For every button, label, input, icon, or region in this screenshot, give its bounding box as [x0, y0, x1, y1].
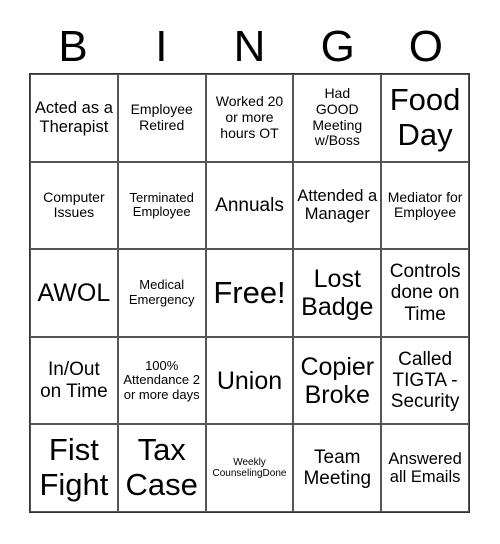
- cell-label: Lost Badge: [301, 264, 374, 321]
- cell-label: Free!: [213, 274, 286, 310]
- bingo-cell[interactable]: Terminated Employee: [117, 161, 206, 250]
- bingo-cell[interactable]: Controls done on Time: [381, 249, 469, 337]
- cell-label: Called TIGTA - Security: [390, 348, 460, 413]
- bingo-cell[interactable]: Fist Fight: [30, 424, 118, 512]
- bingo-cell[interactable]: Lost Badge: [293, 249, 382, 337]
- cell-label: Fist Fight: [39, 432, 109, 503]
- bingo-cell[interactable]: Attended a Manager: [293, 161, 382, 250]
- bingo-cell[interactable]: Worked 20 or more hours OT: [205, 74, 294, 162]
- cell-label: Answered all Emails: [388, 449, 462, 487]
- cell-label: AWOL: [37, 278, 111, 307]
- cell-label: Terminated Employee: [129, 189, 194, 220]
- cell-label: Controls done on Time: [389, 261, 461, 325]
- cell-label: Food Day: [389, 82, 461, 152]
- bingo-cell[interactable]: Weekly CounselingDone: [205, 424, 294, 512]
- cell-label: Tax Case: [125, 432, 198, 503]
- cell-label: Mediator for Employee: [387, 188, 463, 221]
- bingo-cell[interactable]: AWOL: [30, 249, 118, 337]
- cell-label: Medical Emergency: [128, 277, 195, 307]
- bingo-cell[interactable]: Had GOOD Meeting w/Boss: [293, 74, 382, 162]
- cell-label: In/Out on Time: [40, 359, 108, 402]
- bingo-cell[interactable]: Called TIGTA - Security: [381, 336, 469, 425]
- cell-label: Copier Broke: [300, 352, 375, 409]
- bingo-cell[interactable]: Food Day: [381, 74, 469, 162]
- cell-label: Attended a Manager: [297, 186, 378, 224]
- header-letter-g: G: [320, 22, 355, 71]
- bingo-cell[interactable]: Annuals: [205, 161, 294, 250]
- bingo-header: B I N G O: [29, 22, 470, 72]
- bingo-cell free-space[interactable]: Free!: [205, 249, 294, 337]
- bingo-cell[interactable]: In/Out on Time: [30, 336, 118, 425]
- bingo-cell[interactable]: Mediator for Employee: [381, 161, 469, 250]
- cell-label: Team Meeting: [303, 446, 372, 490]
- header-letter-b: B: [58, 22, 88, 71]
- header-letter-i: I: [155, 22, 168, 71]
- cell-label: Employee Retired: [130, 101, 193, 133]
- cell-label: Computer Issues: [43, 188, 105, 221]
- bingo-cell[interactable]: Acted as a Therapist: [30, 74, 118, 162]
- cell-label: Had GOOD Meeting w/Boss: [312, 85, 363, 149]
- bingo-cell[interactable]: Tax Case: [117, 424, 206, 512]
- header-letter-o: O: [408, 22, 444, 71]
- bingo-cell[interactable]: Computer Issues: [30, 161, 118, 250]
- bingo-cell[interactable]: Copier Broke: [293, 336, 382, 425]
- cell-label: Acted as a Therapist: [34, 99, 113, 136]
- bingo-cell[interactable]: 100% Attendance 2 or more days: [117, 336, 206, 425]
- bingo-grid: Acted as a Therapist Employee Retired Wo…: [29, 73, 470, 513]
- cell-label: 100% Attendance 2 or more days: [123, 357, 200, 402]
- cell-label: Union: [216, 366, 283, 395]
- bingo-cell[interactable]: Medical Emergency: [117, 249, 206, 337]
- bingo-cell[interactable]: Employee Retired: [117, 74, 206, 162]
- header-letter-n: N: [233, 22, 266, 71]
- bingo-cell[interactable]: Union: [205, 336, 294, 425]
- cell-label: Worked 20 or more hours OT: [215, 93, 284, 141]
- bingo-cell[interactable]: Answered all Emails: [381, 424, 469, 512]
- cell-label: Weekly CounselingDone: [212, 457, 287, 480]
- bingo-cell[interactable]: Team Meeting: [293, 424, 382, 512]
- cell-label: Annuals: [215, 194, 284, 216]
